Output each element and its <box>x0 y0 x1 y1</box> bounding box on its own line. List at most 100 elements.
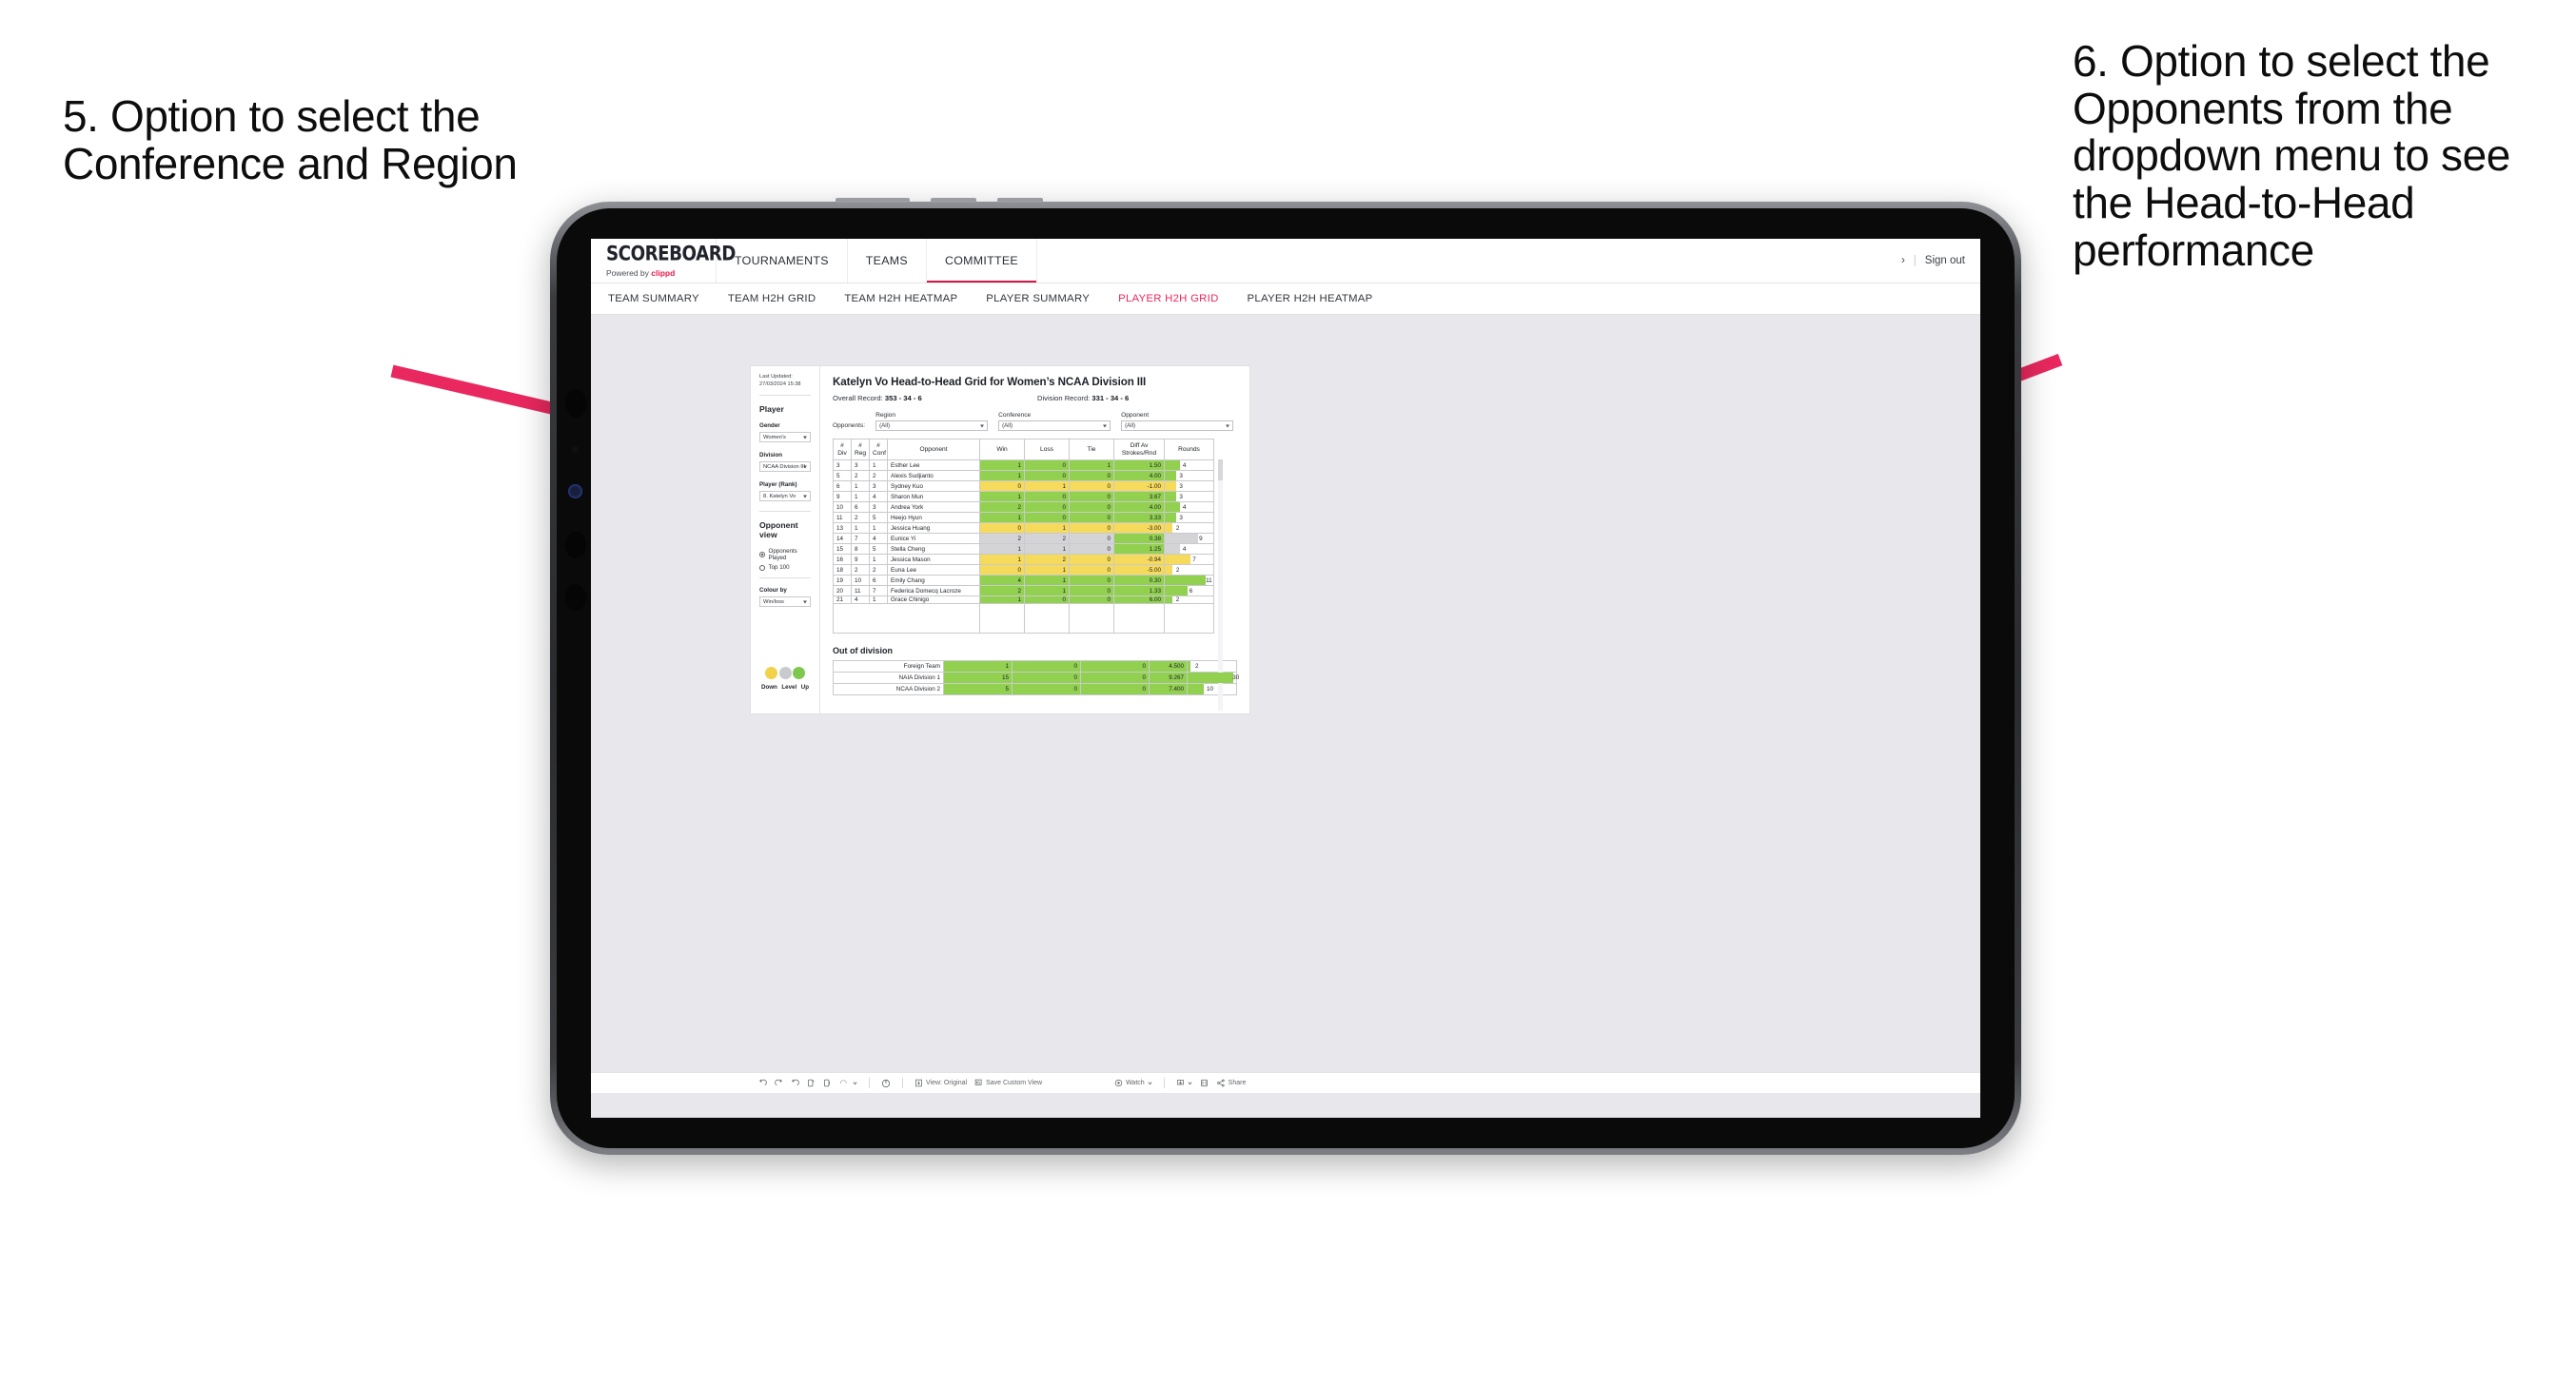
col-tie[interactable]: Tie <box>1069 439 1114 460</box>
table-row[interactable]: 18 2 2 Euna Lee 0 1 0 -5.00 2 <box>833 564 1214 576</box>
table-scrollbar-thumb[interactable] <box>1218 459 1223 480</box>
view-original-button[interactable]: View: Original <box>914 1079 967 1087</box>
rounds-value: 6 <box>1189 587 1193 595</box>
table-row[interactable]: 16 9 1 Jessica Mason 1 2 0 -0.94 7 <box>833 554 1214 565</box>
col-reg[interactable]: # Reg <box>851 439 870 460</box>
top-nav-teams[interactable]: TEAMS <box>848 239 927 283</box>
sign-out-link[interactable]: Sign out <box>1925 255 1965 266</box>
player-rank-select[interactable]: 8. Katelyn Vo <box>759 491 811 502</box>
pause-icon[interactable] <box>823 1079 832 1087</box>
sub-nav-player-h2h-grid[interactable]: PLAYER H2H GRID <box>1118 293 1218 304</box>
cell-tie: 0 <box>1069 595 1114 604</box>
table-row[interactable]: 3 3 1 Esther Lee 1 0 1 1.50 4 <box>833 459 1214 471</box>
refresh-icon[interactable] <box>807 1079 816 1087</box>
cell-reg: 7 <box>851 533 870 544</box>
col-diff[interactable]: Diff Av Strokes/Rnd <box>1113 439 1165 460</box>
cell-win: 0 <box>979 564 1025 576</box>
sub-nav-player-h2h-heatmap[interactable]: PLAYER H2H HEATMAP <box>1248 293 1373 304</box>
toolbar-divider <box>1163 1078 1165 1088</box>
cell-div: 16 <box>833 554 852 565</box>
region-value: (All) <box>879 422 891 429</box>
cell-tie: 0 <box>1069 564 1114 576</box>
colour-by-select[interactable]: Win/loss <box>759 596 811 608</box>
table-row[interactable]: 14 7 4 Eunice Yi 2 2 0 0.38 9 <box>833 533 1214 544</box>
top-nav-tournaments[interactable]: TOURNAMENTS <box>717 239 848 283</box>
cell-reg: 3 <box>851 459 870 471</box>
out-of-division-row[interactable]: NAIA Division 1 15 0 0 9.267 30 <box>833 672 1239 684</box>
legend-label-up: Up <box>800 684 809 691</box>
brand-logo[interactable]: SCOREBOARD Powered by clippd <box>591 239 736 283</box>
table-row-partial[interactable]: 21 4 1 Grace Chinigo 1 0 0 6.00 2 <box>833 595 1214 604</box>
gender-select[interactable]: Women's <box>759 432 811 443</box>
out-of-division-row[interactable]: NCAA Division 2 5 0 0 7.400 10 <box>833 683 1237 695</box>
radio-top-100[interactable]: Top 100 <box>759 564 811 571</box>
cell-reg: 6 <box>851 501 870 513</box>
out-of-division-body: Foreign Team 1 0 0 4.500 2 NAIA Division 1 15 0 0… <box>833 660 1239 695</box>
opponent-value: (All) <box>1125 422 1136 429</box>
dashboard-canvas: Last Updated: 27/03/2024 15:38 Player Ge… <box>591 315 1980 1118</box>
undo-icon[interactable] <box>758 1079 767 1087</box>
brand-powered-by: Powered by clippd <box>606 268 716 278</box>
cell-loss: 0 <box>1024 459 1070 471</box>
table-row[interactable]: 15 8 5 Stella Cheng 1 1 0 1.25 4 <box>833 543 1214 555</box>
ood-name: NAIA Division 1 <box>833 672 944 684</box>
table-row[interactable]: 10 6 3 Andrea York 2 0 0 4.00 4 <box>833 501 1214 513</box>
cell-win: 1 <box>979 543 1025 555</box>
cell-opponent: Jessica Mason <box>887 554 980 565</box>
col-div[interactable]: # Div <box>833 439 852 460</box>
cell-reg: 9 <box>851 554 870 565</box>
rounds-value: 2 <box>1175 524 1180 532</box>
sub-nav-team-h2h-heatmap[interactable]: TEAM H2H HEATMAP <box>844 293 957 304</box>
cell-diff: 0.38 <box>1113 533 1165 544</box>
col-rounds[interactable]: Rounds <box>1164 439 1214 460</box>
out-of-division-row[interactable]: Foreign Team 1 0 0 4.500 2 <box>833 660 1237 673</box>
sub-nav-team-h2h-grid[interactable]: TEAM H2H GRID <box>728 293 816 304</box>
fullscreen-icon[interactable] <box>1200 1079 1209 1087</box>
ood-name: Foreign Team <box>833 660 944 673</box>
device-camera-icon <box>568 484 582 498</box>
division-select[interactable]: NCAA Division III <box>759 461 811 473</box>
table-row[interactable]: 13 1 1 Jessica Huang 0 1 0 -3.00 2 <box>833 522 1214 534</box>
col-win[interactable]: Win <box>979 439 1025 460</box>
share-button[interactable]: Share <box>1216 1079 1247 1087</box>
sub-nav-team-summary[interactable]: TEAM SUMMARY <box>608 293 699 304</box>
download-icon[interactable] <box>1176 1079 1192 1087</box>
cell-diff: 3.33 <box>1113 512 1165 523</box>
save-custom-view-button[interactable]: Save Custom View <box>974 1079 1042 1087</box>
legend-label-down: Down <box>761 684 777 691</box>
col-opponent[interactable]: Opponent <box>887 439 980 460</box>
opponent-select[interactable]: (All) <box>1121 420 1234 431</box>
region-select[interactable]: (All) <box>875 420 989 431</box>
h2h-grid-wrapper: # Div # Reg # Conf Opponent Win Loss Tie… <box>833 439 1223 711</box>
cell-div: 6 <box>833 480 852 492</box>
revert-icon[interactable] <box>791 1079 799 1087</box>
table-row[interactable]: 9 1 4 Sharon Mun 1 0 0 3.67 3 <box>833 491 1214 502</box>
rounds-value: 7 <box>1192 556 1196 563</box>
opponent-filter: Opponent (All) <box>1121 412 1234 431</box>
radio-opponents-played[interactable]: Opponents Played <box>759 548 811 561</box>
cell-win: 2 <box>979 501 1025 513</box>
col-conf[interactable]: # Conf <box>869 439 888 460</box>
ood-diff: 7.400 <box>1149 683 1188 695</box>
rounds-value: 9 <box>1199 535 1203 542</box>
redo-icon[interactable] <box>775 1079 783 1087</box>
table-row[interactable]: 20 11 7 Federica Domecq Lacroze 2 1 0 1.33 6 <box>833 585 1214 596</box>
account-chevron-icon[interactable]: › <box>1901 255 1905 266</box>
table-row[interactable]: 6 1 3 Sydney Kuo 0 1 0 -1.00 3 <box>833 480 1214 492</box>
table-row[interactable]: 5 2 2 Alexis Sudjianto 1 0 0 4.00 3 <box>833 470 1214 481</box>
top-nav-committee[interactable]: COMMITTEE <box>926 239 1037 283</box>
conference-select[interactable]: (All) <box>998 420 1111 431</box>
table-row[interactable]: 11 2 5 Heejo Hyun 1 0 0 3.33 3 <box>833 512 1214 523</box>
cell-rounds: 3 <box>1164 480 1214 492</box>
highlight-icon[interactable] <box>881 1079 891 1088</box>
col-loss[interactable]: Loss <box>1024 439 1070 460</box>
brand-title: SCOREBOARD <box>606 242 736 266</box>
cell-reg: 2 <box>851 564 870 576</box>
radio-icon <box>759 564 765 571</box>
share-label: Share <box>1228 1080 1247 1086</box>
cell-tie: 0 <box>1069 522 1114 534</box>
table-row[interactable]: 19 10 6 Emily Chang 4 1 0 0.30 11 <box>833 575 1214 586</box>
watch-button[interactable]: Watch <box>1114 1079 1152 1087</box>
sub-nav-player-summary[interactable]: PLAYER SUMMARY <box>986 293 1090 304</box>
pan-icon[interactable] <box>839 1079 857 1087</box>
